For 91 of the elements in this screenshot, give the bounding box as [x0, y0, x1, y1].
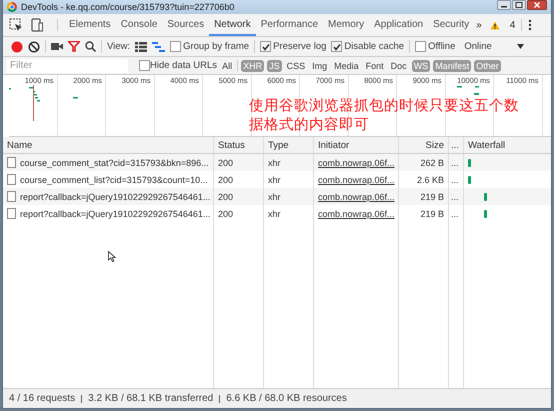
close-icon[interactable] — [527, 0, 547, 10]
mouse-cursor-icon — [108, 251, 116, 262]
column-header[interactable]: Waterfall — [464, 137, 551, 153]
table-cell: ... — [449, 154, 464, 171]
list-view-icon[interactable] — [135, 42, 148, 52]
table-row[interactable]: report?callback=jQuery191022929267546461... 200 xhr comb.nowrap.06f... 219 B ... — [3, 188, 551, 205]
device-icon[interactable] — [31, 18, 43, 32]
request-name[interactable]: report?callback=jQuery191022929267546461... — [20, 208, 210, 218]
maximize-icon[interactable] — [512, 0, 526, 10]
status-text: 4 / 16 requests — [9, 393, 76, 404]
initiator-link[interactable]: comb.nowrap.06f... — [314, 188, 399, 205]
view-label: View: — [107, 41, 130, 52]
column-header[interactable]: Name — [3, 137, 214, 153]
status-text: 6.6 KB / 68.0 KB resources — [226, 393, 347, 404]
request-name[interactable]: report?callback=jQuery191022929267546461... — [20, 192, 210, 202]
inspect-icon[interactable] — [9, 18, 23, 32]
tab[interactable]: Memory — [323, 14, 370, 36]
checkbox-label: Preserve log — [273, 41, 326, 52]
type-filter-button[interactable]: All — [220, 60, 234, 72]
table-cell: 200 — [214, 154, 264, 171]
filter-field[interactable]: Filter — [7, 58, 128, 72]
tab[interactable]: Elements — [64, 14, 116, 36]
waterfall-view-icon[interactable] — [152, 42, 166, 52]
check-icon — [262, 42, 270, 50]
table-cell: xhr — [264, 205, 314, 222]
checkbox[interactable] — [331, 41, 342, 52]
column-header[interactable]: Type — [264, 137, 314, 153]
table-cell: xhr — [264, 154, 314, 171]
checkbox[interactable] — [415, 41, 426, 52]
checkbox[interactable] — [260, 41, 272, 52]
record-icon[interactable] — [11, 40, 23, 52]
type-filter-button[interactable]: Img — [310, 60, 330, 72]
table-row[interactable]: report?callback=jQuery191022929267546461... 200 xhr comb.nowrap.06f... 219 B ... — [3, 205, 551, 222]
checkbox-label: Group by frame — [183, 41, 250, 52]
initiator-link[interactable]: comb.nowrap.06f... — [314, 205, 399, 222]
tab[interactable]: Console — [116, 14, 162, 36]
warning-icon — [490, 20, 500, 30]
request-name[interactable]: course_comment_list?cid=315793&count=10... — [20, 174, 208, 184]
table-cell: 262 B — [399, 154, 449, 171]
waterfall-bar — [484, 210, 487, 218]
more-menu-icon[interactable] — [528, 19, 532, 31]
request-timeline-drawing — [457, 86, 479, 95]
clear-icon[interactable] — [28, 40, 40, 52]
window-title: DevTools - ke.qq.com/course/315793?tuin=227706b0 — [21, 2, 236, 12]
table-row[interactable]: course_comment_stat?cid=315793&bkn=896... 200 xhr comb.nowrap.06f... 262 B ... — [3, 154, 551, 171]
request-name[interactable]: course_comment_stat?cid=315793&bkn=896... — [20, 158, 209, 168]
column-header[interactable]: ... — [449, 137, 464, 153]
table-cell: 219 B — [399, 205, 449, 222]
table-cell: ... — [449, 188, 464, 205]
column-header[interactable]: Size — [399, 137, 449, 153]
type-filter-button[interactable]: Media — [332, 60, 361, 72]
warning-count[interactable]: 4 — [510, 14, 516, 36]
table-cell: xhr — [264, 188, 314, 205]
throttle-dropdown[interactable]: Online — [464, 41, 492, 52]
document-icon — [7, 174, 16, 185]
dropdown-caret-icon[interactable] — [516, 44, 524, 49]
document-icon — [7, 208, 16, 219]
tab[interactable]: Application — [369, 14, 428, 36]
table-cell: 200 — [214, 188, 264, 205]
table-cell: ... — [449, 205, 464, 222]
column-header[interactable]: Initiator — [314, 137, 399, 153]
annotation-text: 使用谷歌浏览器抓包的时候只要这五个数据格式的内容即可 — [249, 97, 520, 135]
waterfall-bar — [468, 158, 471, 166]
type-filter-button[interactable]: CSS — [284, 60, 308, 72]
waterfall-bar — [468, 176, 471, 184]
check-icon — [332, 42, 341, 50]
column-header[interactable]: Status — [214, 137, 264, 153]
initiator-link[interactable]: comb.nowrap.06f... — [314, 154, 399, 171]
checkbox-label: Disable cache — [344, 41, 404, 52]
search-icon[interactable] — [85, 41, 96, 52]
type-filter-button[interactable]: Font — [364, 60, 386, 72]
minimize-icon[interactable] — [497, 0, 511, 10]
tab[interactable]: Sources — [162, 14, 210, 36]
table-cell: 200 — [214, 205, 264, 222]
table-cell: 219 B — [399, 188, 449, 205]
request-timeline-drawing — [9, 85, 79, 121]
document-icon — [7, 191, 16, 202]
type-filter-button[interactable]: Doc — [388, 60, 409, 72]
checkbox[interactable] — [170, 41, 182, 52]
checkbox-label: Offline — [428, 41, 456, 52]
filter-icon[interactable] — [68, 41, 80, 52]
tab[interactable]: Security — [428, 14, 474, 36]
video-camera-icon[interactable] — [51, 42, 63, 51]
document-icon — [7, 157, 16, 168]
checkbox-label: Hide data URLs — [150, 60, 218, 71]
waterfall-bar — [484, 192, 487, 200]
status-text: 3.2 KB / 68.1 KB transferred — [88, 393, 214, 404]
browser-logo-icon — [7, 2, 17, 12]
more-tabs-button[interactable]: » — [474, 14, 490, 36]
checkbox[interactable] — [139, 60, 150, 71]
tab[interactable]: Performance — [256, 14, 324, 36]
